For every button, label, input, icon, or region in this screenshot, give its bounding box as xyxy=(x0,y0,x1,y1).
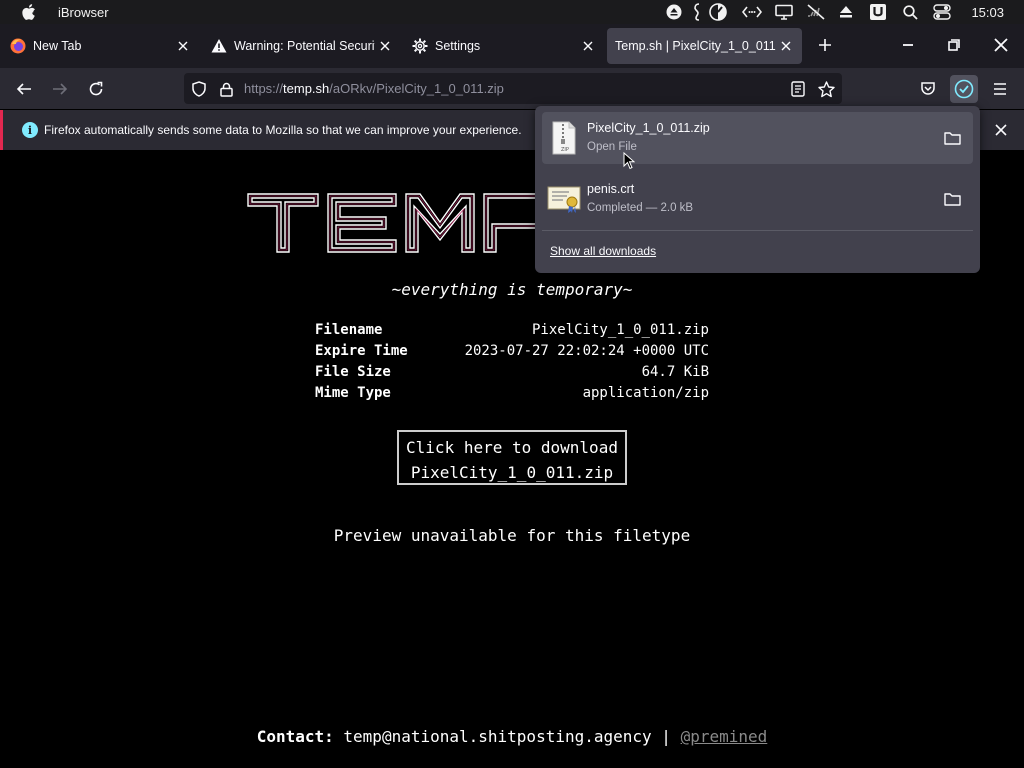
reload-button[interactable] xyxy=(83,76,109,102)
preview-message: Preview unavailable for this filetype xyxy=(333,526,691,545)
panel-divider xyxy=(542,230,973,231)
download-item[interactable]: ZIP PixelCity_1_0_011.zip Open File xyxy=(542,112,973,164)
meta-row-expire-time: Expire Time 2023-07-27 22:02:24 +0000 UT… xyxy=(315,341,709,362)
warning-icon xyxy=(211,38,227,54)
contact-separator: | xyxy=(661,727,671,746)
menu-hamburger-icon[interactable] xyxy=(987,76,1013,102)
control-center-icon[interactable] xyxy=(931,0,953,24)
meta-key: Filename xyxy=(315,322,383,338)
download-status: Completed — 2.0 kB xyxy=(587,202,694,214)
url-host: temp.sh xyxy=(283,81,330,96)
search-icon[interactable] xyxy=(899,0,921,24)
notification-close-button[interactable] xyxy=(990,119,1012,141)
meta-key: File Size xyxy=(315,364,391,380)
close-window-button[interactable] xyxy=(990,34,1012,56)
monitor-icon[interactable] xyxy=(773,0,795,24)
meta-row-mime-type: Mime Type application/zip xyxy=(315,383,709,404)
shield-icon[interactable] xyxy=(190,80,208,98)
download-link-button[interactable]: Click here to download PixelCity_1_0_011… xyxy=(397,430,627,485)
downloads-panel: ZIP PixelCity_1_0_011.zip Open File peni… xyxy=(535,106,980,273)
tab-security-warning[interactable]: Warning: Potential Security Risk Ahead xyxy=(201,28,401,64)
forward-button[interactable] xyxy=(47,76,73,102)
contact-label: Contact: xyxy=(256,727,334,746)
nav-toolbar: https://temp.sh/aORkv/PixelCity_1_0_011.… xyxy=(0,68,1024,109)
download-filename: penis.crt xyxy=(587,182,635,196)
half-circle-icon[interactable] xyxy=(707,0,729,24)
close-icon[interactable] xyxy=(776,36,796,56)
code-icon[interactable] xyxy=(741,0,763,24)
upload-icon[interactable] xyxy=(663,0,685,24)
tagline: ~everything is temporary~ xyxy=(391,280,633,299)
url-bar[interactable]: https://temp.sh/aORkv/PixelCity_1_0_011.… xyxy=(184,73,842,104)
pocket-icon[interactable] xyxy=(915,76,941,102)
notification-message: Firefox automatically sends some data to… xyxy=(44,123,522,137)
mute-icon[interactable] xyxy=(805,0,827,24)
download-line-1: Click here to download xyxy=(406,438,618,457)
folder-icon[interactable] xyxy=(942,189,962,209)
url-text[interactable]: https://temp.sh/aORkv/PixelCity_1_0_011.… xyxy=(244,81,504,96)
zip-file-icon: ZIP xyxy=(547,121,581,155)
url-path: /aORkv/PixelCity_1_0_011.zip xyxy=(329,81,504,96)
downloads-button[interactable] xyxy=(950,75,978,103)
meta-key: Expire Time xyxy=(315,343,408,359)
eject-icon[interactable] xyxy=(835,0,857,24)
close-icon[interactable] xyxy=(375,36,395,56)
tab-title: Temp.sh | PixelCity_1_0_011.zip xyxy=(615,39,776,53)
tab-temp-sh[interactable]: Temp.sh | PixelCity_1_0_011.zip xyxy=(607,28,802,64)
file-metadata: Filename PixelCity_1_0_011.zip Expire Ti… xyxy=(315,320,709,404)
menu-bar: iBrowser 15:03 xyxy=(0,0,1024,24)
info-icon: i xyxy=(22,122,38,138)
meta-key: Mime Type xyxy=(315,385,391,401)
tab-title: Settings xyxy=(435,39,481,53)
meta-row-file-size: File Size 64.7 KiB xyxy=(315,362,709,383)
close-icon[interactable] xyxy=(578,36,598,56)
download-filename: PixelCity_1_0_011.zip xyxy=(587,121,710,135)
tab-new-tab[interactable]: New Tab xyxy=(0,28,199,64)
gear-icon xyxy=(412,38,428,54)
firefox-icon xyxy=(10,38,26,54)
bookmark-star-icon[interactable] xyxy=(816,79,836,99)
contact-email[interactable]: temp@national.shitposting.agency xyxy=(343,727,651,746)
restore-button[interactable] xyxy=(943,34,965,56)
folder-icon[interactable] xyxy=(942,128,962,148)
tab-title: New Tab xyxy=(33,39,82,53)
url-scheme: https:// xyxy=(244,81,284,96)
contact-footer: Contact: temp@national.shitposting.agenc… xyxy=(0,727,1024,746)
apple-icon[interactable] xyxy=(19,4,39,20)
certificate-icon xyxy=(547,182,581,216)
meta-value: 64.7 KiB xyxy=(641,364,709,380)
reader-view-icon[interactable] xyxy=(789,80,807,98)
meta-value: PixelCity_1_0_011.zip xyxy=(531,322,709,338)
download-line-2: PixelCity_1_0_011.zip xyxy=(410,463,614,482)
lock-icon[interactable] xyxy=(217,80,235,98)
close-icon[interactable] xyxy=(173,36,193,56)
tab-strip: New Tab Warning: Potential Security Risk… xyxy=(0,24,1024,68)
show-all-downloads-link[interactable]: Show all downloads xyxy=(550,244,656,258)
download-item[interactable]: penis.crt Completed — 2.0 kB xyxy=(542,173,973,225)
show-all-label: Show all downloads xyxy=(550,244,657,258)
contact-handle-link[interactable]: @premined xyxy=(681,727,768,746)
svg-text:ZIP: ZIP xyxy=(561,147,569,153)
music-note-icon[interactable] xyxy=(691,0,705,24)
tab-title: Warning: Potential Security Risk Ahead xyxy=(234,39,375,53)
meta-value: application/zip xyxy=(582,385,709,401)
back-button[interactable] xyxy=(11,76,37,102)
tab-settings[interactable]: Settings xyxy=(402,28,604,64)
new-tab-button[interactable] xyxy=(814,34,836,56)
menubar-clock[interactable]: 15:03 xyxy=(971,5,1004,20)
app-name[interactable]: iBrowser xyxy=(58,5,109,20)
temp-logo xyxy=(246,192,576,260)
u-icon[interactable] xyxy=(867,0,889,24)
minimize-button[interactable] xyxy=(897,34,919,56)
mouse-cursor-icon xyxy=(623,151,636,170)
meta-value: 2023-07-27 22:02:24 +0000 UTC xyxy=(464,343,709,359)
meta-row-filename: Filename PixelCity_1_0_011.zip xyxy=(315,320,709,341)
